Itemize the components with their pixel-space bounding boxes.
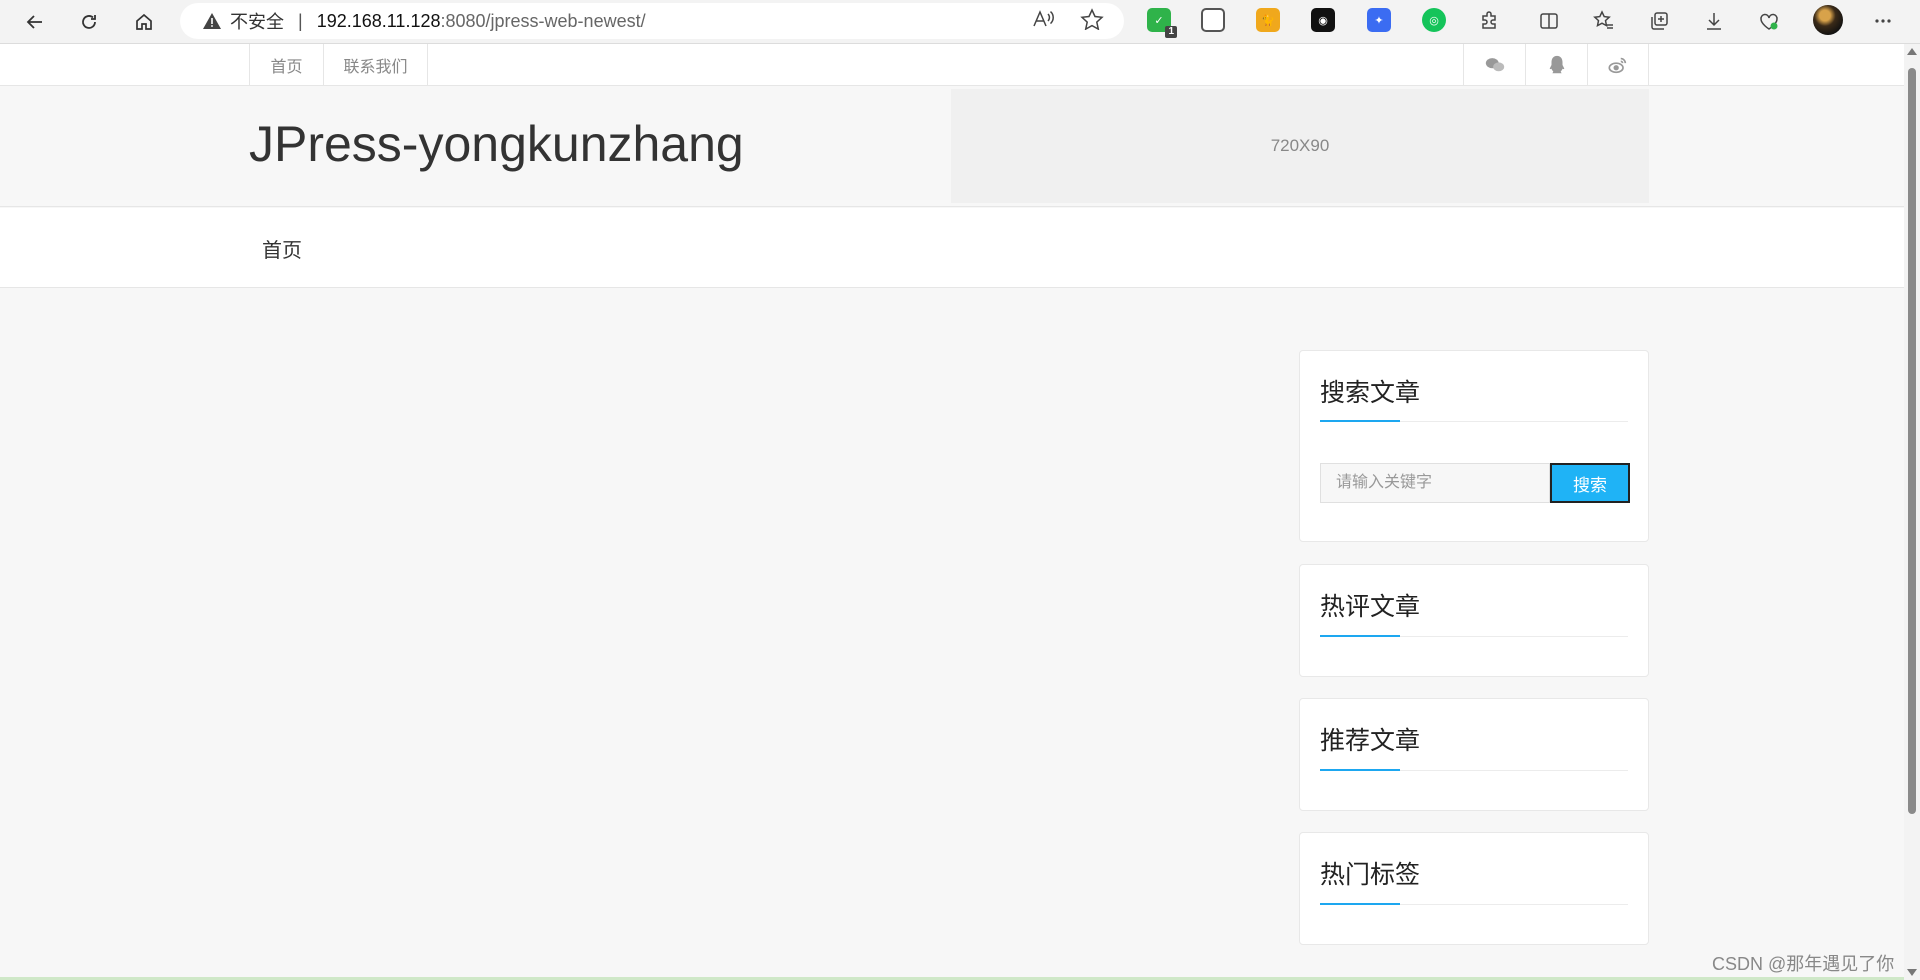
widget-divider [1320, 420, 1628, 422]
bird-extension-icon[interactable]: ✦ [1367, 8, 1391, 32]
watermark: CSDN @那年遇见了你 [1712, 954, 1895, 974]
qq-icon[interactable] [1525, 44, 1587, 86]
topbar-link-contact[interactable]: 联系我们 [323, 44, 428, 86]
download-icon[interactable] [1701, 8, 1727, 34]
widget-divider [1320, 635, 1628, 637]
warning-icon [203, 13, 221, 29]
site-title[interactable]: JPress-yongkunzhang [249, 115, 744, 173]
hot-comments-widget: 热评文章 [1299, 564, 1649, 677]
home-icon[interactable] [127, 6, 161, 38]
main-nav: 首页 [0, 208, 1904, 288]
split-screen-icon[interactable] [1536, 8, 1562, 34]
topbar-link-home[interactable]: 首页 [249, 44, 323, 86]
extensions-puzzle-icon[interactable] [1477, 8, 1503, 34]
browser-toolbar: 不安全 | 192.168.11.128:8080/jpress-web-new… [0, 0, 1920, 44]
page-scrollbar[interactable] [1904, 44, 1920, 980]
address-host: 192.168.11.128 [316, 10, 441, 31]
search-widget: 搜索文章 搜索 [1299, 350, 1649, 542]
shield-extension-icon[interactable]: ✓ 1 [1147, 8, 1177, 38]
chat-extension-icon[interactable]: ◎ [1422, 8, 1446, 32]
favorite-star-icon[interactable] [1080, 8, 1104, 31]
refresh-icon[interactable] [72, 6, 106, 38]
collections-extension-icon[interactable] [1201, 8, 1225, 32]
more-menu-icon[interactable] [1870, 8, 1896, 34]
site-header: JPress-yongkunzhang 720X90 [0, 87, 1904, 207]
search-button[interactable]: 搜索 [1550, 463, 1630, 503]
top-bar: 首页 联系我们 [0, 44, 1904, 86]
scroll-down-icon[interactable] [1907, 969, 1917, 976]
hot-tags-widget: 热门标签 [1299, 832, 1649, 945]
nav-item-home[interactable]: 首页 [262, 208, 302, 288]
weibo-icon[interactable] [1587, 44, 1649, 86]
ad-banner: 720X90 [951, 89, 1649, 203]
scroll-up-icon[interactable] [1907, 48, 1917, 55]
recommended-widget: 推荐文章 [1299, 698, 1649, 811]
cat-extension-icon[interactable]: 🐈 [1256, 8, 1280, 32]
widget-title-search: 搜索文章 [1320, 379, 1421, 407]
scrollbar-thumb[interactable] [1908, 68, 1916, 814]
wechat-icon[interactable] [1463, 44, 1525, 86]
widget-divider [1320, 769, 1628, 771]
widget-title-hot-comments: 热评文章 [1320, 593, 1421, 621]
address-bar[interactable]: 不安全 | 192.168.11.128:8080/jpress-web-new… [180, 3, 1124, 39]
widget-divider [1320, 903, 1628, 905]
insecure-label: 不安全 [230, 12, 284, 32]
mask-extension-icon[interactable]: ◉ [1311, 8, 1335, 32]
back-icon[interactable] [18, 6, 52, 38]
browser-essentials-icon[interactable] [1756, 8, 1782, 34]
address-separator: | [298, 10, 303, 31]
profile-avatar[interactable] [1813, 5, 1843, 35]
collections-icon[interactable] [1646, 8, 1672, 34]
favorites-icon[interactable] [1591, 8, 1617, 34]
extension-badge: 1 [1165, 26, 1177, 38]
address-path: :8080/jpress-web-newest/ [440, 10, 646, 31]
widget-title-recommended: 推荐文章 [1320, 727, 1421, 755]
read-aloud-icon[interactable] [1031, 8, 1055, 30]
search-input[interactable] [1320, 463, 1550, 503]
widget-title-hot-tags: 热门标签 [1320, 861, 1421, 889]
